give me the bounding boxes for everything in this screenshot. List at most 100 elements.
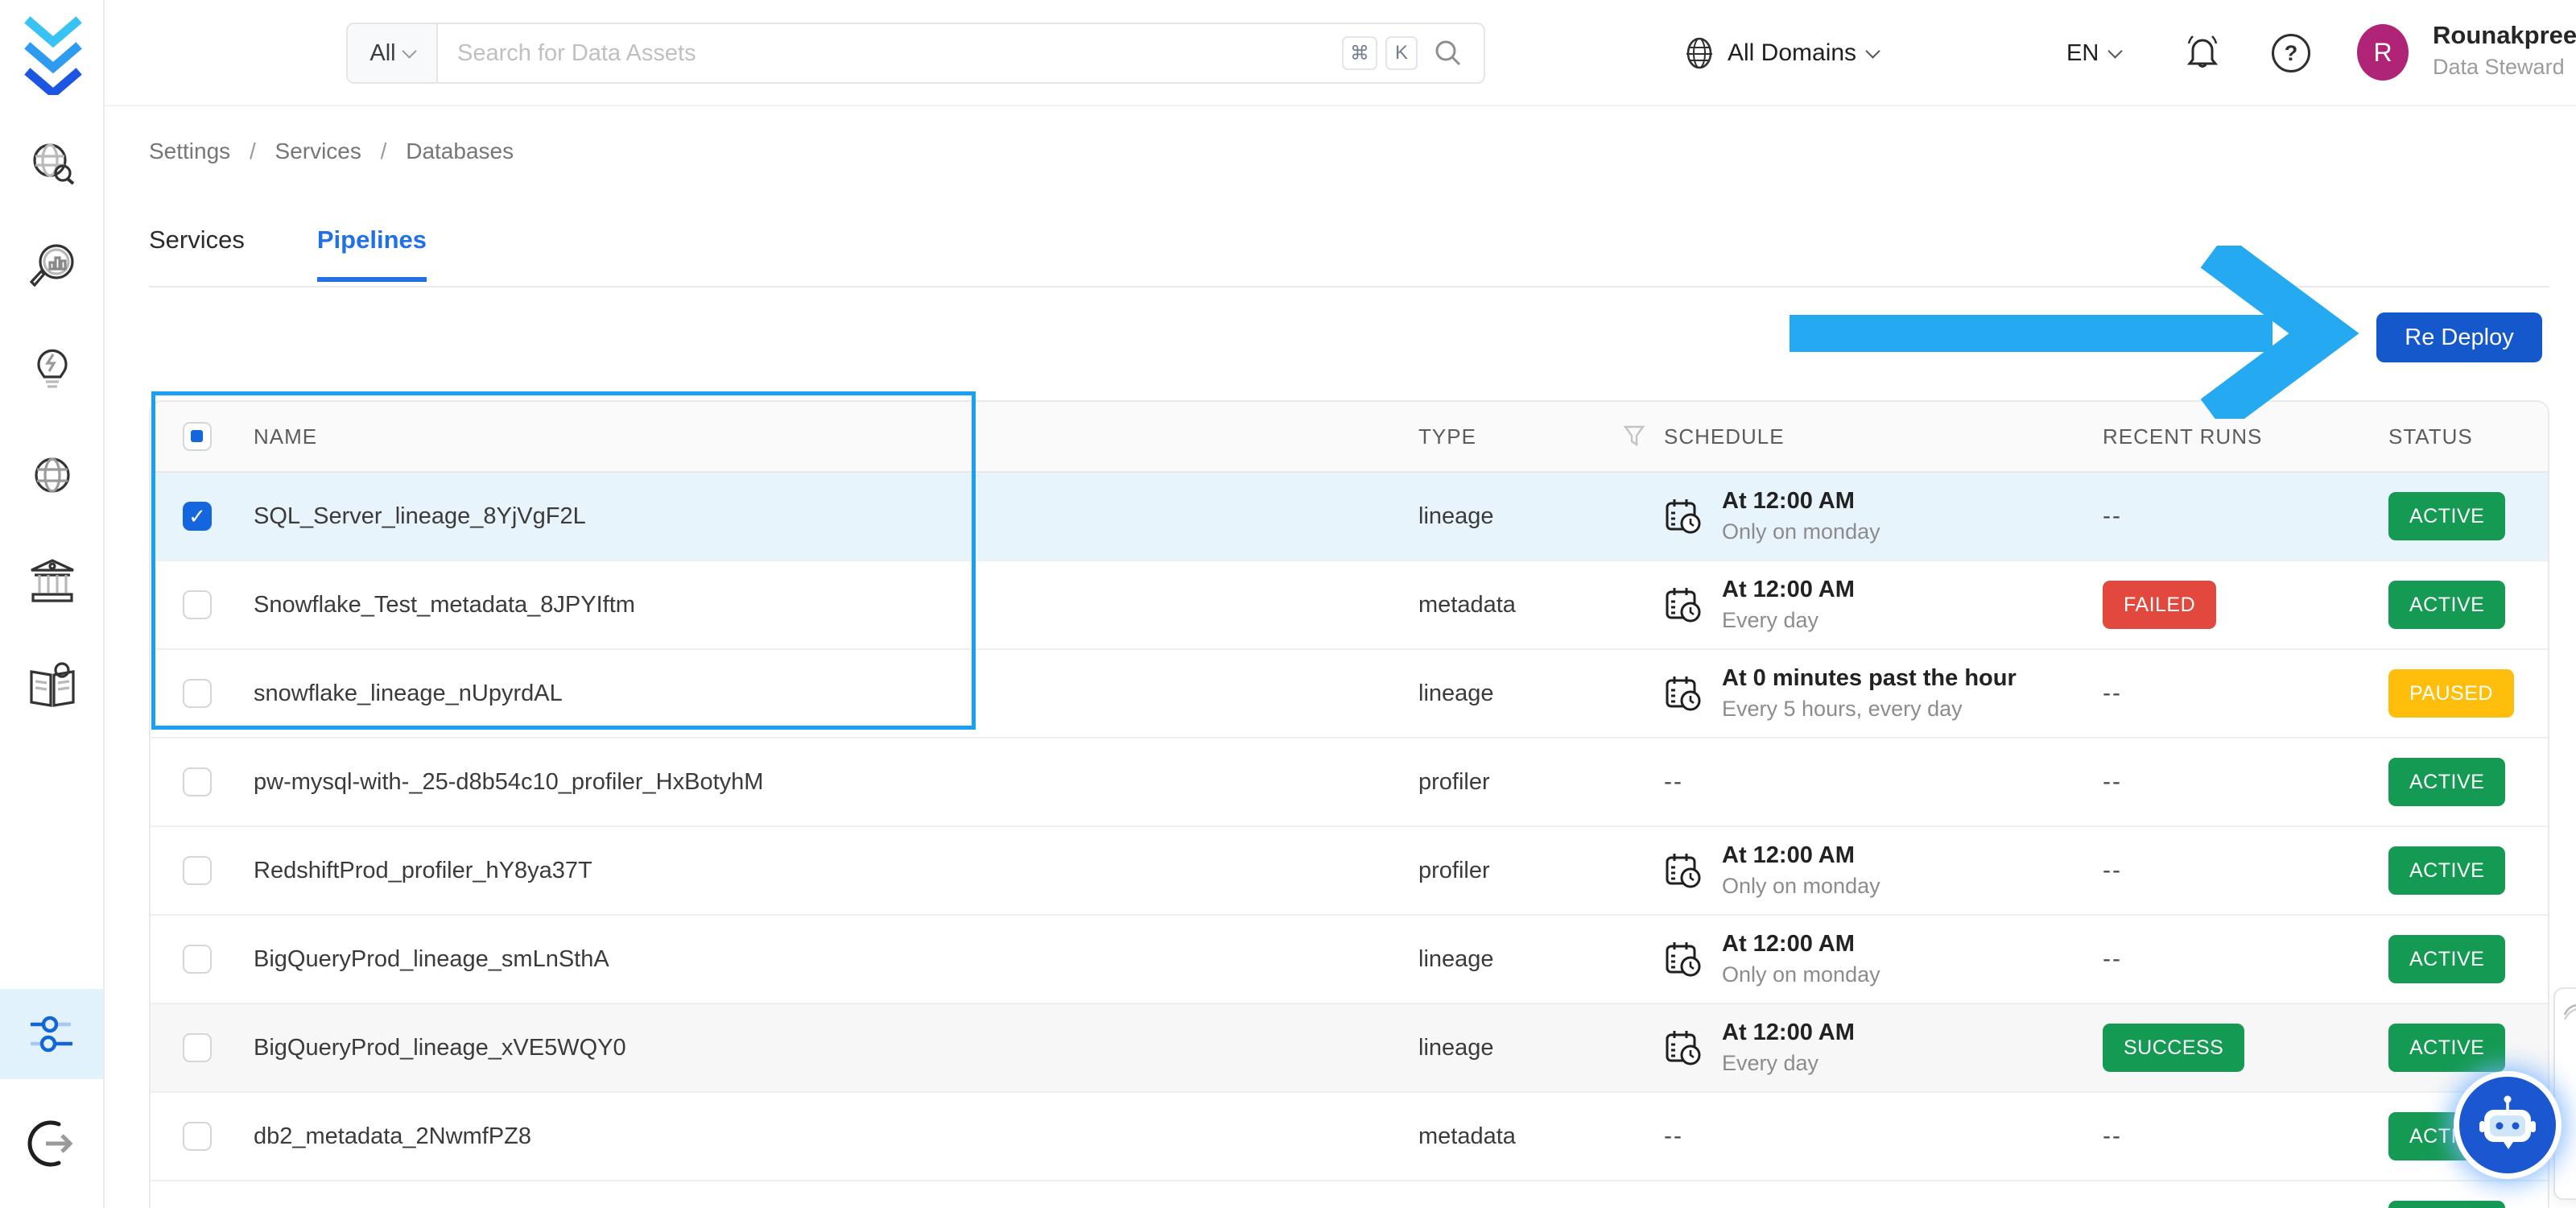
row-checkbox[interactable] — [183, 767, 212, 796]
breadcrumb: Settings / Services / Databases — [149, 139, 514, 164]
col-status: STATUS — [2388, 424, 2473, 449]
schedule-time: At 12:00 AM — [1722, 488, 1855, 514]
k-keycap: K — [1385, 36, 1418, 70]
avatar-initial: R — [2373, 37, 2392, 67]
schedule-calendar-icon — [1666, 499, 1701, 534]
schedule-calendar-icon — [1666, 942, 1701, 977]
pipeline-type: lineage — [1418, 680, 1494, 706]
col-schedule: SCHEDULE — [1664, 424, 1785, 449]
table-row[interactable]: db2_metadata_2NwmfPZ8 metadata -- -- ACT… — [151, 1093, 2548, 1181]
notifications-bell-icon[interactable] — [2182, 29, 2223, 75]
table-row[interactable]: BigQueryProd_lineage_xVE5WQY0 lineage At… — [151, 1004, 2548, 1093]
user-name: Rounakpreet.d — [2433, 21, 2576, 49]
status-badge[interactable]: PAUSED — [2388, 669, 2514, 718]
recent-run-badge[interactable]: SUCCESS — [2103, 1024, 2245, 1072]
explore-icon[interactable] — [27, 139, 78, 190]
recent-runs-empty: -- — [2103, 503, 2122, 529]
pipeline-name[interactable]: BigQueryProd_lineage_smLnSthA — [254, 946, 609, 973]
language-label: EN — [2066, 39, 2099, 66]
schedule-calendar-icon — [1666, 1031, 1701, 1065]
status-badge[interactable]: ACTIVE — [2388, 935, 2506, 983]
user-avatar[interactable]: R — [2357, 24, 2409, 81]
recent-runs-empty: -- — [2103, 945, 2122, 972]
table-row[interactable]: RedshiftProd_profiler_hY8ya37T profiler … — [151, 827, 2548, 916]
row-checkbox[interactable] — [183, 590, 212, 619]
search-input[interactable] — [438, 24, 1342, 82]
logout-icon[interactable] — [27, 1118, 78, 1169]
table-row[interactable]: snowflake_lineage_nUpyrdAL lineage At 0 … — [151, 650, 2548, 738]
recent-runs-empty: -- — [2103, 1123, 2122, 1149]
search-icon[interactable] — [1434, 39, 1463, 68]
chevron-down-icon — [1865, 43, 1880, 59]
status-badge[interactable]: ACTIVE — [2388, 846, 2506, 895]
table-body: SQL_Server_lineage_8YjVgF2L lineage At 1… — [151, 473, 2548, 1208]
schedule-frequency: Every 5 hours, every day — [1722, 697, 1963, 721]
status-badge[interactable]: ACTIVE — [2388, 1201, 2506, 1208]
domains-dropdown[interactable]: All Domains — [1682, 0, 1880, 106]
pipeline-type: lineage — [1418, 1034, 1494, 1061]
redeploy-button[interactable]: Re Deploy — [2376, 312, 2542, 362]
status-badge[interactable]: ACTIVE — [2388, 1024, 2506, 1072]
schedule-frequency: Only on monday — [1722, 519, 1880, 544]
table-row[interactable]: pw-mysql-with-_25-d8b54c10_profiler_HxBo… — [151, 738, 2548, 827]
pipeline-name[interactable]: snowflake_lineage_nUpyrdAL — [254, 681, 563, 707]
breadcrumb-services[interactable]: Services — [275, 139, 361, 163]
schedule-time: At 0 minutes past the hour — [1722, 665, 2017, 691]
chatbot-button[interactable] — [2454, 1071, 2562, 1179]
breadcrumb-databases[interactable]: Databases — [406, 139, 514, 163]
filter-icon[interactable] — [1624, 425, 1645, 448]
schedule-calendar-icon — [1666, 588, 1701, 623]
pipeline-name[interactable]: pw-mysql-with-_25-d8b54c10_profiler_HxBo… — [254, 769, 763, 796]
pipelines-table: NAME TYPE SCHEDULE RECENT RUNS STATUS SQ… — [149, 400, 2549, 1208]
tab-services[interactable]: Services — [149, 225, 245, 282]
cmd-keycap: ⌘ — [1342, 36, 1377, 70]
pipeline-name[interactable]: Snowflake_Test_metadata_8JPYIftm — [254, 592, 635, 618]
language-dropdown[interactable]: EN — [2066, 0, 2123, 106]
robot-icon — [2479, 1095, 2536, 1149]
row-checkbox[interactable] — [183, 945, 212, 974]
select-all-checkbox[interactable] — [183, 422, 212, 451]
row-checkbox[interactable] — [183, 856, 212, 885]
recent-runs-empty: -- — [2103, 857, 2122, 883]
row-checkbox[interactable] — [183, 1122, 212, 1151]
globe-icon — [1686, 37, 1712, 69]
pipeline-name[interactable]: db2_metadata_2NwmfPZ8 — [254, 1123, 531, 1150]
domains-icon[interactable] — [27, 449, 78, 501]
search-scope-dropdown[interactable]: All — [348, 24, 438, 82]
breadcrumb-settings[interactable]: Settings — [149, 139, 230, 163]
schedule-calendar-icon — [1666, 676, 1701, 711]
knowledge-center-icon[interactable] — [27, 660, 78, 712]
pipeline-name[interactable]: BigQueryProd_lineage_xVE5WQY0 — [254, 1035, 626, 1061]
table-row[interactable]: BigQueryProd_lineage_smLnSthA lineage At… — [151, 916, 2548, 1004]
tab-divider — [149, 286, 2549, 288]
observability-icon[interactable] — [27, 240, 78, 292]
sidebar-item-settings-active[interactable] — [0, 989, 103, 1079]
status-badge[interactable]: ACTIVE — [2388, 758, 2506, 806]
top-bar: All ⌘ K All Domains EN — [105, 0, 2576, 106]
help-icon[interactable]: ? — [2272, 34, 2310, 72]
collapsed-edge-widget[interactable] — [2553, 987, 2576, 1200]
govern-icon[interactable] — [27, 556, 78, 607]
col-recent-runs: RECENT RUNS — [2103, 424, 2263, 449]
openmetadata-logo-icon[interactable] — [24, 14, 82, 100]
table-row[interactable]: Snowflake_Test_metadata_8JPYIftm metadat… — [151, 561, 2548, 650]
recent-run-badge[interactable]: FAILED — [2103, 581, 2217, 629]
pipeline-name[interactable]: SQL_Server_lineage_8YjVgF2L — [254, 503, 586, 530]
pipeline-name[interactable]: RedshiftProd_profiler_hY8ya37T — [254, 858, 592, 884]
pipeline-type: lineage — [1418, 945, 1494, 972]
row-checkbox[interactable] — [183, 679, 212, 708]
pipeline-type: profiler — [1418, 857, 1490, 883]
tab-pipelines[interactable]: Pipelines — [316, 225, 427, 282]
status-badge[interactable]: ACTIVE — [2388, 581, 2506, 629]
table-row[interactable]: meetup_lineage_gBY00VKg lineage -- -- AC… — [151, 1181, 2548, 1208]
schedule-frequency: Every day — [1722, 608, 1819, 632]
annotation-arrow — [1790, 246, 2359, 419]
insights-icon[interactable] — [27, 341, 78, 393]
schedule-time: At 12:00 AM — [1722, 1020, 1855, 1045]
status-badge[interactable]: ACTIVE — [2388, 492, 2506, 540]
row-checkbox[interactable] — [183, 502, 212, 531]
user-menu[interactable]: Rounakpreet.d Data Steward — [2433, 21, 2576, 80]
recent-runs-empty: -- — [2103, 680, 2122, 706]
table-row[interactable]: SQL_Server_lineage_8YjVgF2L lineage At 1… — [151, 473, 2548, 561]
row-checkbox[interactable] — [183, 1033, 212, 1062]
